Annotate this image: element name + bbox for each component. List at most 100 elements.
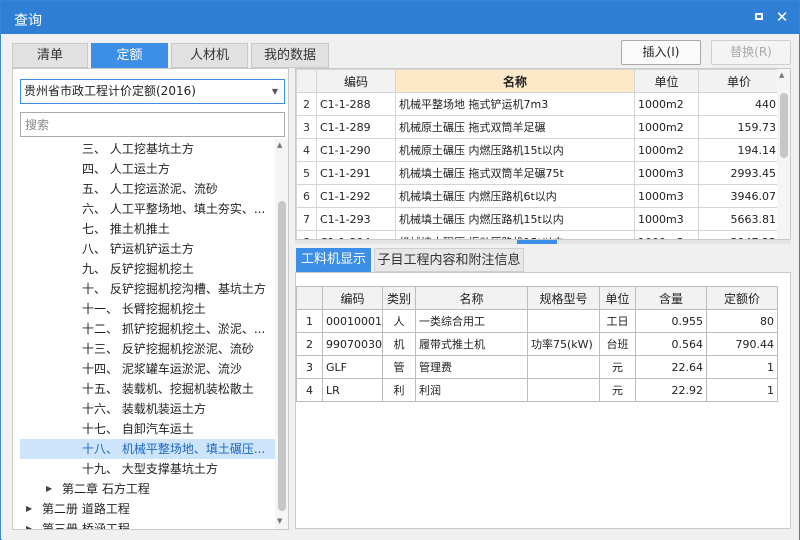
cell-quota-price: 790.44: [706, 332, 778, 356]
tree-item-label: 六、 人工平整场地、填土夯实、...: [82, 202, 266, 216]
row-index: 2: [296, 92, 317, 116]
splitter-grip[interactable]: [517, 240, 557, 244]
tab-quota[interactable]: 定额: [91, 43, 168, 68]
tab-work-content-notes[interactable]: 子目工程内容和附注信息: [374, 248, 524, 272]
tree-scrollbar[interactable]: ▲ ▼: [275, 139, 288, 529]
row-index: 3: [296, 355, 323, 379]
tree-item[interactable]: 十七、 自卸汽车运土: [20, 419, 275, 439]
col-header-name[interactable]: 名称: [415, 286, 528, 310]
tree-item-label: 十一、 长臂挖掘机挖土: [82, 302, 206, 316]
tab-my-data[interactable]: 我的数据: [251, 43, 329, 68]
scroll-up-icon[interactable]: ▲: [779, 71, 784, 79]
cell-code: GLF: [322, 355, 383, 379]
tab-resource-display[interactable]: 工料机显示: [296, 248, 371, 272]
tree-item[interactable]: 十五、 装载机、挖掘机装松散土: [20, 379, 275, 399]
tree-item[interactable]: ▶ 第二章 石方工程: [20, 479, 275, 499]
tree-item[interactable]: 十九、 大型支撑基坑土方: [20, 459, 275, 479]
cell-price: 159.73: [698, 115, 780, 139]
table-row[interactable]: 2 C1-1-288 机械平整场地 拖式铲运机7m3 1000m2 440: [296, 92, 780, 116]
cell-category: 机: [382, 332, 416, 356]
panel-splitter[interactable]: [295, 240, 791, 244]
tab-bill[interactable]: 清单: [12, 43, 88, 68]
col-header-category[interactable]: 类别: [382, 286, 416, 310]
search-input[interactable]: [20, 112, 285, 137]
tree-item[interactable]: 十一、 长臂挖掘机挖土: [20, 299, 275, 319]
tree-item-label: 十八、 机械平整场地、填土碾压...: [82, 442, 266, 456]
col-header-unit[interactable]: 单位: [634, 69, 699, 93]
col-header-name[interactable]: 名称: [395, 69, 635, 93]
cell-unit: 1000m3: [634, 230, 699, 239]
col-header-price[interactable]: 单价: [698, 69, 780, 93]
table-row[interactable]: 6 C1-1-292 机械填土碾压 内燃压路机6t以内 1000m3 3946.07: [296, 184, 780, 208]
cell-price: 194.14: [698, 138, 780, 162]
cell-unit: 台班: [599, 332, 636, 356]
cell-quantity: 22.64: [635, 355, 707, 379]
cell-code: C1-1-294: [316, 230, 396, 239]
tree-item[interactable]: 七、 推土机推土: [20, 219, 275, 239]
col-header-quantity[interactable]: 含量: [635, 286, 707, 310]
table-row[interactable]: 4 C1-1-290 机械原土碾压 内燃压路机15t以内 1000m2 194.14: [296, 138, 780, 162]
cell-quantity: 0.955: [635, 309, 707, 333]
maximize-button[interactable]: [749, 7, 769, 27]
cell-code: LR: [322, 378, 383, 402]
cell-unit: 元: [599, 378, 636, 402]
close-button[interactable]: ✕: [772, 7, 792, 27]
table-row[interactable]: 1 00010001 人一类综合用工 工日 0.955 80: [296, 309, 778, 333]
row-index-header: [296, 286, 323, 310]
tree-item[interactable]: 六、 人工平整场地、填土夯实、...: [20, 199, 275, 219]
col-header-code[interactable]: 编码: [316, 69, 396, 93]
col-header-spec[interactable]: 规格型号: [527, 286, 600, 310]
table-row[interactable]: 3 C1-1-289 机械原土碾压 拖式双筒羊足碾 1000m2 159.73: [296, 115, 780, 139]
tree-item[interactable]: 十四、 泥浆罐车运淤泥、流沙: [20, 359, 275, 379]
table-row[interactable]: 8C1-1-294机械填土碾压 振动压路机15t以内1000m33947.22: [296, 230, 780, 239]
cell-price: 3947.22: [698, 230, 780, 239]
tree-item[interactable]: ▶ 第三册 桥涵工程: [20, 519, 275, 529]
table-row[interactable]: 3 GLF 管管理费 元 22.64 1: [296, 355, 778, 379]
tree-item[interactable]: 十八、 机械平整场地、填土碾压...: [20, 439, 275, 459]
cell-quantity: 22.92: [635, 378, 707, 402]
col-header-unit[interactable]: 单位: [599, 286, 636, 310]
cell-code: 00010001: [322, 309, 383, 333]
tree-item[interactable]: 十、 反铲挖掘机挖沟槽、基坑土方: [20, 279, 275, 299]
cell-quantity: 0.564: [635, 332, 707, 356]
insert-button[interactable]: 插入(I): [621, 40, 701, 65]
tree-item[interactable]: ▶ 第二册 道路工程: [20, 499, 275, 519]
quota-table-scrollbar[interactable]: ▲: [777, 69, 790, 239]
tree-item-label: 四、 人工运土方: [82, 162, 170, 176]
replace-button[interactable]: 替换(R): [711, 40, 791, 65]
scroll-thumb[interactable]: [780, 93, 788, 158]
table-row[interactable]: 5 C1-1-291 机械填土碾压 拖式双筒羊足碾75t 1000m3 2993.45: [296, 161, 780, 185]
tree-item[interactable]: 三、 人工挖基坑土方: [20, 139, 275, 159]
tree-item[interactable]: 四、 人工运土方: [20, 159, 275, 179]
cell-unit: 1000m3: [634, 184, 699, 208]
quota-db-value: 贵州省市政工程计价定额(2016): [24, 84, 196, 98]
cell-name: 机械填土碾压 内燃压路机15t以内: [395, 207, 635, 231]
tree-item-label: 第二册 道路工程: [42, 502, 130, 516]
tree-item[interactable]: 五、 人工挖运淤泥、流砂: [20, 179, 275, 199]
tree-item[interactable]: 十六、 装载机装运土方: [20, 399, 275, 419]
quota-db-select[interactable]: 贵州省市政工程计价定额(2016) ▼: [20, 79, 285, 104]
tab-labor-material-machine[interactable]: 人材机: [171, 43, 248, 68]
col-header-quota-price[interactable]: 定额价: [706, 286, 778, 310]
table-row[interactable]: 2 99070030 机履带式推土机 功率75(kW) 台班 0.564 790.44: [296, 332, 778, 356]
row-index-header: [296, 69, 317, 93]
row-index: 4: [296, 378, 323, 402]
tree-item[interactable]: 十二、 抓铲挖掘机挖土、淤泥、...: [20, 319, 275, 339]
scroll-up-icon[interactable]: ▲: [277, 141, 282, 149]
cell-spec: 功率75(kW): [527, 332, 600, 356]
tree-item[interactable]: 八、 铲运机铲运土方: [20, 239, 275, 259]
expand-arrow-icon[interactable]: ▶: [26, 519, 32, 529]
table-row[interactable]: 7 C1-1-293 机械填土碾压 内燃压路机15t以内 1000m3 5663.81: [296, 207, 780, 231]
table-row[interactable]: 4 LR 利利润 元 22.92 1: [296, 378, 778, 402]
cell-name: 机械填土碾压 内燃压路机6t以内: [395, 184, 635, 208]
expand-arrow-icon[interactable]: ▶: [46, 479, 52, 499]
cell-unit: 工日: [599, 309, 636, 333]
tree-item[interactable]: 九、 反铲挖掘机挖土: [20, 259, 275, 279]
expand-arrow-icon[interactable]: ▶: [26, 499, 32, 519]
tree-item[interactable]: 十三、 反铲挖掘机挖淤泥、流砂: [20, 339, 275, 359]
scroll-down-icon[interactable]: ▼: [277, 517, 282, 525]
col-header-code[interactable]: 编码: [322, 286, 383, 310]
cell-price: 3946.07: [698, 184, 780, 208]
cell-name: 一类综合用工: [415, 309, 528, 333]
scroll-thumb[interactable]: [278, 201, 286, 511]
